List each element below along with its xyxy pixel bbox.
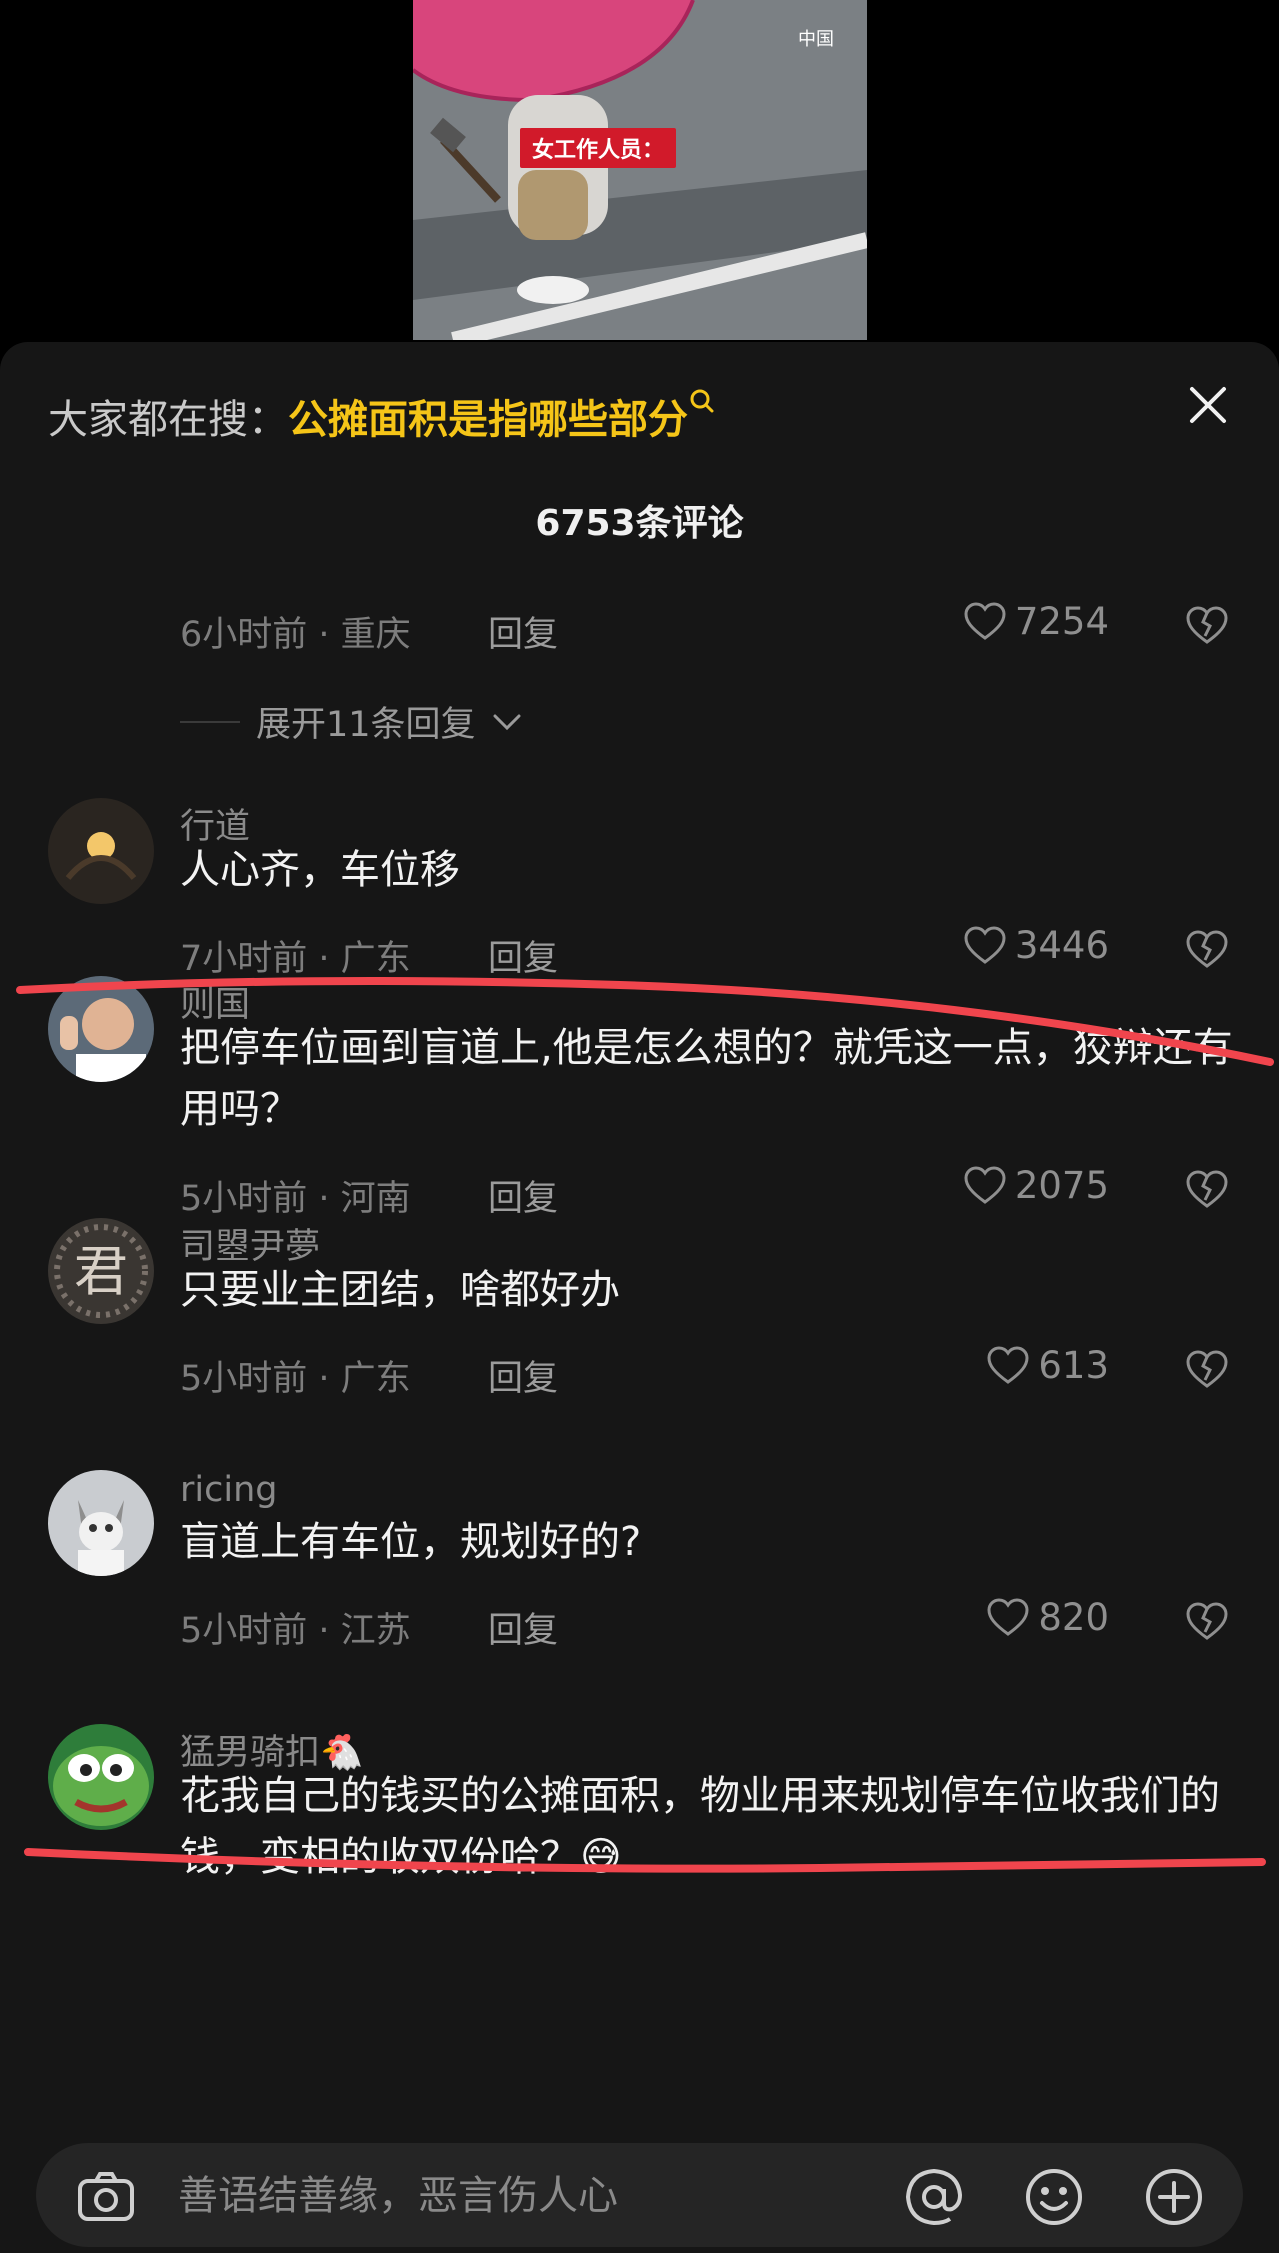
comment-text: 花我自己的钱买的公摊面积，物业用来规划停车位收我们的钱，变相的收双份哈？😅	[180, 1773, 1220, 1880]
like-button[interactable]: 2075	[963, 1164, 1109, 1207]
dislike-button[interactable]	[1185, 1350, 1229, 1390]
like-button[interactable]: 820	[986, 1596, 1109, 1639]
like-count: 7254	[1014, 600, 1109, 643]
video-caption-label: 女工作人员：	[520, 128, 677, 168]
like-button[interactable]: 7254	[963, 600, 1109, 643]
dislike-icon	[1186, 930, 1228, 968]
comment-count: 6753条评论	[535, 503, 744, 544]
comment-time-location: 6小时前 · 重庆	[180, 615, 411, 655]
reply-button[interactable]: 回复	[488, 1350, 558, 1401]
comment-list[interactable]: 6小时前 · 重庆 回复 7254 展开11条回复 行道 人心齐，车位移 7小时…	[0, 558, 1279, 2108]
svg-text:君: 君	[74, 1240, 128, 1303]
svg-text:中国: 中国	[798, 29, 834, 50]
comment-text: 盲道上有车位，规划好的?	[180, 1519, 642, 1565]
comment-text: 只要业主团结，啥都好办	[180, 1267, 620, 1313]
like-button[interactable]: 613	[986, 1344, 1109, 1387]
at-icon[interactable]	[902, 2165, 966, 2229]
heart-icon	[987, 1597, 1029, 1636]
reply-button[interactable]: 回复	[488, 930, 558, 981]
dislike-button[interactable]	[1185, 930, 1229, 970]
emoji-icon[interactable]	[1022, 2165, 1086, 2229]
expand-divider	[180, 720, 240, 723]
suggested-search[interactable]: 大家都在搜：公摊面积是指哪些部分	[48, 387, 720, 445]
comment-time-location: 5小时前 · 江苏	[180, 1611, 411, 1651]
video-area[interactable]: 中国 女工作人员：	[0, 0, 1279, 345]
suggested-search-prefix: 大家都在搜：	[48, 397, 288, 443]
close-icon	[1190, 387, 1226, 423]
avatar[interactable]: 君	[48, 1218, 154, 1324]
like-count: 820	[1038, 1596, 1109, 1639]
comment-input-bar	[0, 2113, 1279, 2253]
reply-button[interactable]: 回复	[488, 1170, 558, 1221]
dislike-icon	[1186, 606, 1228, 644]
dislike-button[interactable]	[1185, 1602, 1229, 1642]
suggested-search-query[interactable]: 公摊面积是指哪些部分	[288, 397, 688, 443]
search-icon[interactable]	[688, 387, 720, 421]
expand-replies-label: 展开11条回复	[256, 705, 476, 745]
like-button[interactable]: 3446	[963, 924, 1109, 967]
camera-icon[interactable]	[74, 2165, 138, 2229]
reply-button[interactable]: 回复	[488, 606, 558, 657]
reply-button[interactable]: 回复	[488, 1602, 558, 1653]
like-count: 3446	[1014, 924, 1109, 967]
plus-icon[interactable]	[1142, 2165, 1206, 2229]
comment-time-location: 7小时前 · 广东	[180, 939, 411, 979]
dislike-button[interactable]	[1185, 1170, 1229, 1210]
expand-replies-button[interactable]: 展开11条回复	[180, 696, 522, 747]
close-button[interactable]	[1180, 377, 1236, 433]
comment-username[interactable]: ricing	[180, 1470, 277, 1510]
avatar[interactable]	[48, 1470, 154, 1576]
comment-text: 把停车位画到盲道上,他是怎么想的？就凭这一点，狡辩还有用吗？	[180, 1025, 1233, 1132]
comments-panel: 大家都在搜：公摊面积是指哪些部分 6753条评论 6小时前 · 重庆 回复 72…	[0, 342, 1279, 2253]
comment-time-location: 5小时前 · 广东	[180, 1359, 411, 1399]
video-thumbnail[interactable]: 中国 女工作人员：	[413, 0, 867, 340]
like-count: 613	[1038, 1344, 1109, 1387]
like-count: 2075	[1014, 1164, 1109, 1207]
heart-icon	[964, 1165, 1006, 1204]
comment-time-location: 5小时前 · 河南	[180, 1179, 411, 1219]
dislike-button[interactable]	[1185, 606, 1229, 646]
dislike-icon	[1186, 1170, 1228, 1208]
comment-input-pill[interactable]	[36, 2143, 1243, 2247]
avatar[interactable]	[48, 976, 154, 1082]
chevron-down-icon	[493, 714, 521, 730]
comment-text: 人心齐，车位移	[180, 847, 460, 893]
heart-icon	[987, 1345, 1029, 1384]
avatar[interactable]	[48, 1724, 154, 1830]
heart-icon	[964, 925, 1006, 964]
dislike-icon	[1186, 1602, 1228, 1640]
heart-icon	[964, 601, 1006, 640]
comment-input[interactable]	[176, 2165, 880, 2227]
dislike-icon	[1186, 1350, 1228, 1388]
avatar[interactable]	[48, 798, 154, 904]
